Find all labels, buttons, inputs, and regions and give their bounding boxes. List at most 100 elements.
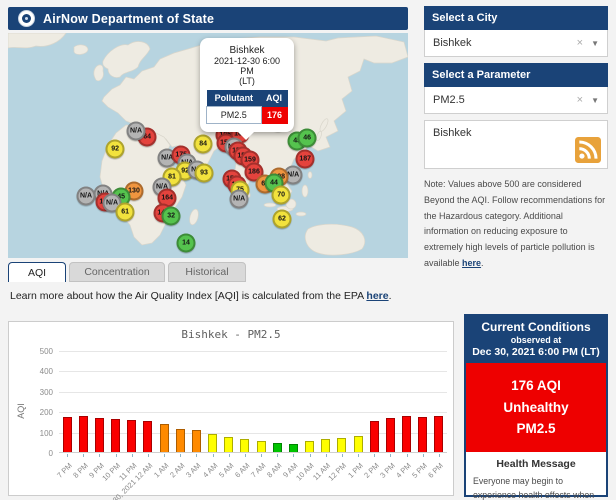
x-tick-label: 3 AM bbox=[184, 461, 203, 480]
tab-bar: AQI Concentration Historical bbox=[8, 262, 246, 282]
chevron-down-icon[interactable]: ▼ bbox=[591, 39, 599, 48]
y-tick-label: 100 bbox=[39, 428, 53, 438]
popup-timezone: (LT) bbox=[239, 76, 255, 86]
x-tick-label: 2 AM bbox=[168, 461, 187, 480]
x-tick-label: 5 PM bbox=[410, 461, 430, 480]
axis-tick bbox=[147, 454, 149, 457]
chart-bar[interactable] bbox=[288, 444, 298, 452]
parameter-select[interactable]: PM2.5 × ▼ bbox=[424, 87, 608, 114]
note-suffix: . bbox=[481, 257, 484, 268]
learn-more-suffix: . bbox=[388, 290, 392, 302]
aqi-marker[interactable]: 93 bbox=[194, 163, 214, 183]
chart-bar[interactable] bbox=[337, 437, 347, 452]
y-tick-label: 500 bbox=[39, 347, 53, 356]
gridline bbox=[59, 412, 447, 414]
chart-bar[interactable] bbox=[175, 428, 185, 452]
x-tick-label: 2 PM bbox=[361, 461, 381, 480]
x-tick-label: 1 AM bbox=[152, 461, 171, 480]
axis-tick bbox=[99, 454, 101, 457]
aqi-marker[interactable]: N/A bbox=[229, 189, 249, 209]
cc-aqi-value: 176 AQI bbox=[511, 378, 561, 393]
chevron-down-icon[interactable]: ▼ bbox=[591, 96, 599, 105]
chart-bar[interactable] bbox=[321, 438, 331, 452]
chart-bar[interactable] bbox=[224, 436, 234, 452]
epa-link[interactable]: here bbox=[366, 290, 388, 302]
x-tick-label: 4 AM bbox=[200, 461, 219, 480]
aqi-marker[interactable]: 46 bbox=[297, 128, 317, 148]
aqi-marker[interactable]: 32 bbox=[161, 206, 181, 226]
rss-icon[interactable] bbox=[575, 137, 601, 163]
aqi-marker[interactable]: 187 bbox=[295, 149, 315, 169]
axis-tick bbox=[422, 454, 424, 457]
note-body: Note: Values above 500 are considered Be… bbox=[424, 179, 606, 268]
chart-bar[interactable] bbox=[385, 417, 395, 452]
chart-bar[interactable] bbox=[402, 416, 412, 452]
rss-city-label: Bishkek bbox=[433, 127, 472, 139]
current-conditions-panel: Current Conditions observed at Dec 30, 2… bbox=[464, 314, 608, 500]
aqi-marker[interactable]: N/A bbox=[126, 121, 146, 141]
axis-tick bbox=[374, 454, 376, 457]
chart-bar[interactable] bbox=[127, 420, 137, 452]
app-header: AirNow Department of State bbox=[8, 7, 408, 30]
chart-bar[interactable] bbox=[78, 416, 88, 452]
x-tick-label: 6 AM bbox=[232, 461, 252, 480]
cc-health-section: Health Message Everyone may begin to exp… bbox=[466, 452, 606, 500]
chart-bar[interactable] bbox=[418, 417, 428, 452]
popup-aqi-value: 176 bbox=[261, 106, 288, 124]
chart-bar[interactable] bbox=[353, 435, 363, 452]
aqi-chart-card: Bishkek - PM2.5 AQI 0 100 200 300 400 500 7 P… bbox=[8, 321, 454, 500]
chart-bar[interactable] bbox=[208, 434, 218, 452]
chart-bar[interactable] bbox=[62, 417, 72, 452]
tab-historical[interactable]: Historical bbox=[168, 262, 246, 282]
x-tick-label: 7 PM bbox=[54, 461, 74, 480]
x-tick-label: 8 AM bbox=[265, 461, 284, 480]
aqi-marker[interactable]: N/A bbox=[76, 186, 96, 206]
axis-tick bbox=[406, 454, 408, 457]
chart-bar[interactable] bbox=[94, 418, 104, 452]
chart-bar[interactable] bbox=[240, 439, 250, 452]
chart-bar[interactable] bbox=[369, 421, 379, 452]
cc-title: Current Conditions bbox=[481, 320, 591, 334]
clear-icon[interactable]: × bbox=[577, 37, 583, 49]
y-tick-label: 200 bbox=[39, 408, 53, 418]
map-popup: Bishkek 2021-12-30 6:00 PM (LT) Pollutan… bbox=[200, 38, 294, 140]
x-tick-label: 10 AM bbox=[294, 461, 316, 483]
x-tick-label: 8 PM bbox=[70, 461, 90, 480]
aqi-marker[interactable]: 92 bbox=[105, 139, 125, 159]
axis-tick bbox=[438, 454, 440, 457]
popup-col-aqi: AQI bbox=[261, 90, 288, 107]
aqi-marker[interactable]: 14 bbox=[176, 233, 196, 253]
cc-datetime: Dec 30, 2021 6:00 PM (LT) bbox=[472, 346, 600, 358]
clear-icon[interactable]: × bbox=[577, 94, 583, 106]
city-select[interactable]: Bishkek × ▼ bbox=[424, 30, 608, 57]
gridline bbox=[59, 351, 447, 352]
aqi-marker[interactable]: 62 bbox=[272, 209, 292, 229]
cc-observed-at: observed at bbox=[510, 335, 562, 345]
tab-concentration[interactable]: Concentration bbox=[69, 262, 165, 282]
axis-tick bbox=[131, 454, 133, 457]
axis-tick bbox=[83, 454, 85, 457]
aqi-marker[interactable]: 61 bbox=[115, 202, 135, 222]
city-select-value: Bishkek bbox=[433, 37, 472, 49]
chart-bar[interactable] bbox=[159, 424, 169, 452]
gridline bbox=[59, 391, 447, 393]
x-tick-label: 1 PM bbox=[345, 461, 365, 480]
chart-bar[interactable] bbox=[305, 440, 315, 452]
chart-bar[interactable] bbox=[272, 442, 282, 452]
popup-col-pollutant: Pollutant bbox=[206, 90, 262, 107]
tab-aqi[interactable]: AQI bbox=[8, 262, 66, 282]
y-tick-label: 300 bbox=[39, 387, 53, 397]
chart-bar[interactable] bbox=[111, 418, 121, 452]
popup-pollutant-value: PM2.5 bbox=[206, 106, 262, 124]
chart-bar[interactable] bbox=[256, 440, 266, 452]
aqi-marker[interactable]: 84 bbox=[193, 134, 213, 154]
learn-more-body: Learn more about how the Air Quality Ind… bbox=[10, 290, 367, 302]
chart-bar[interactable] bbox=[143, 421, 153, 452]
cc-category: Unhealthy bbox=[503, 399, 569, 415]
chart-bar[interactable] bbox=[191, 429, 201, 452]
note-link[interactable]: here bbox=[462, 258, 481, 268]
popup-datetime: 2021-12-30 6:00 PM bbox=[213, 56, 281, 76]
chart-bar[interactable] bbox=[434, 416, 444, 452]
aqi-marker[interactable]: 70 bbox=[271, 185, 291, 205]
world-map[interactable]: 64N/A9284N/A175N/A92N/A9381N/A16413045N/… bbox=[8, 33, 408, 258]
